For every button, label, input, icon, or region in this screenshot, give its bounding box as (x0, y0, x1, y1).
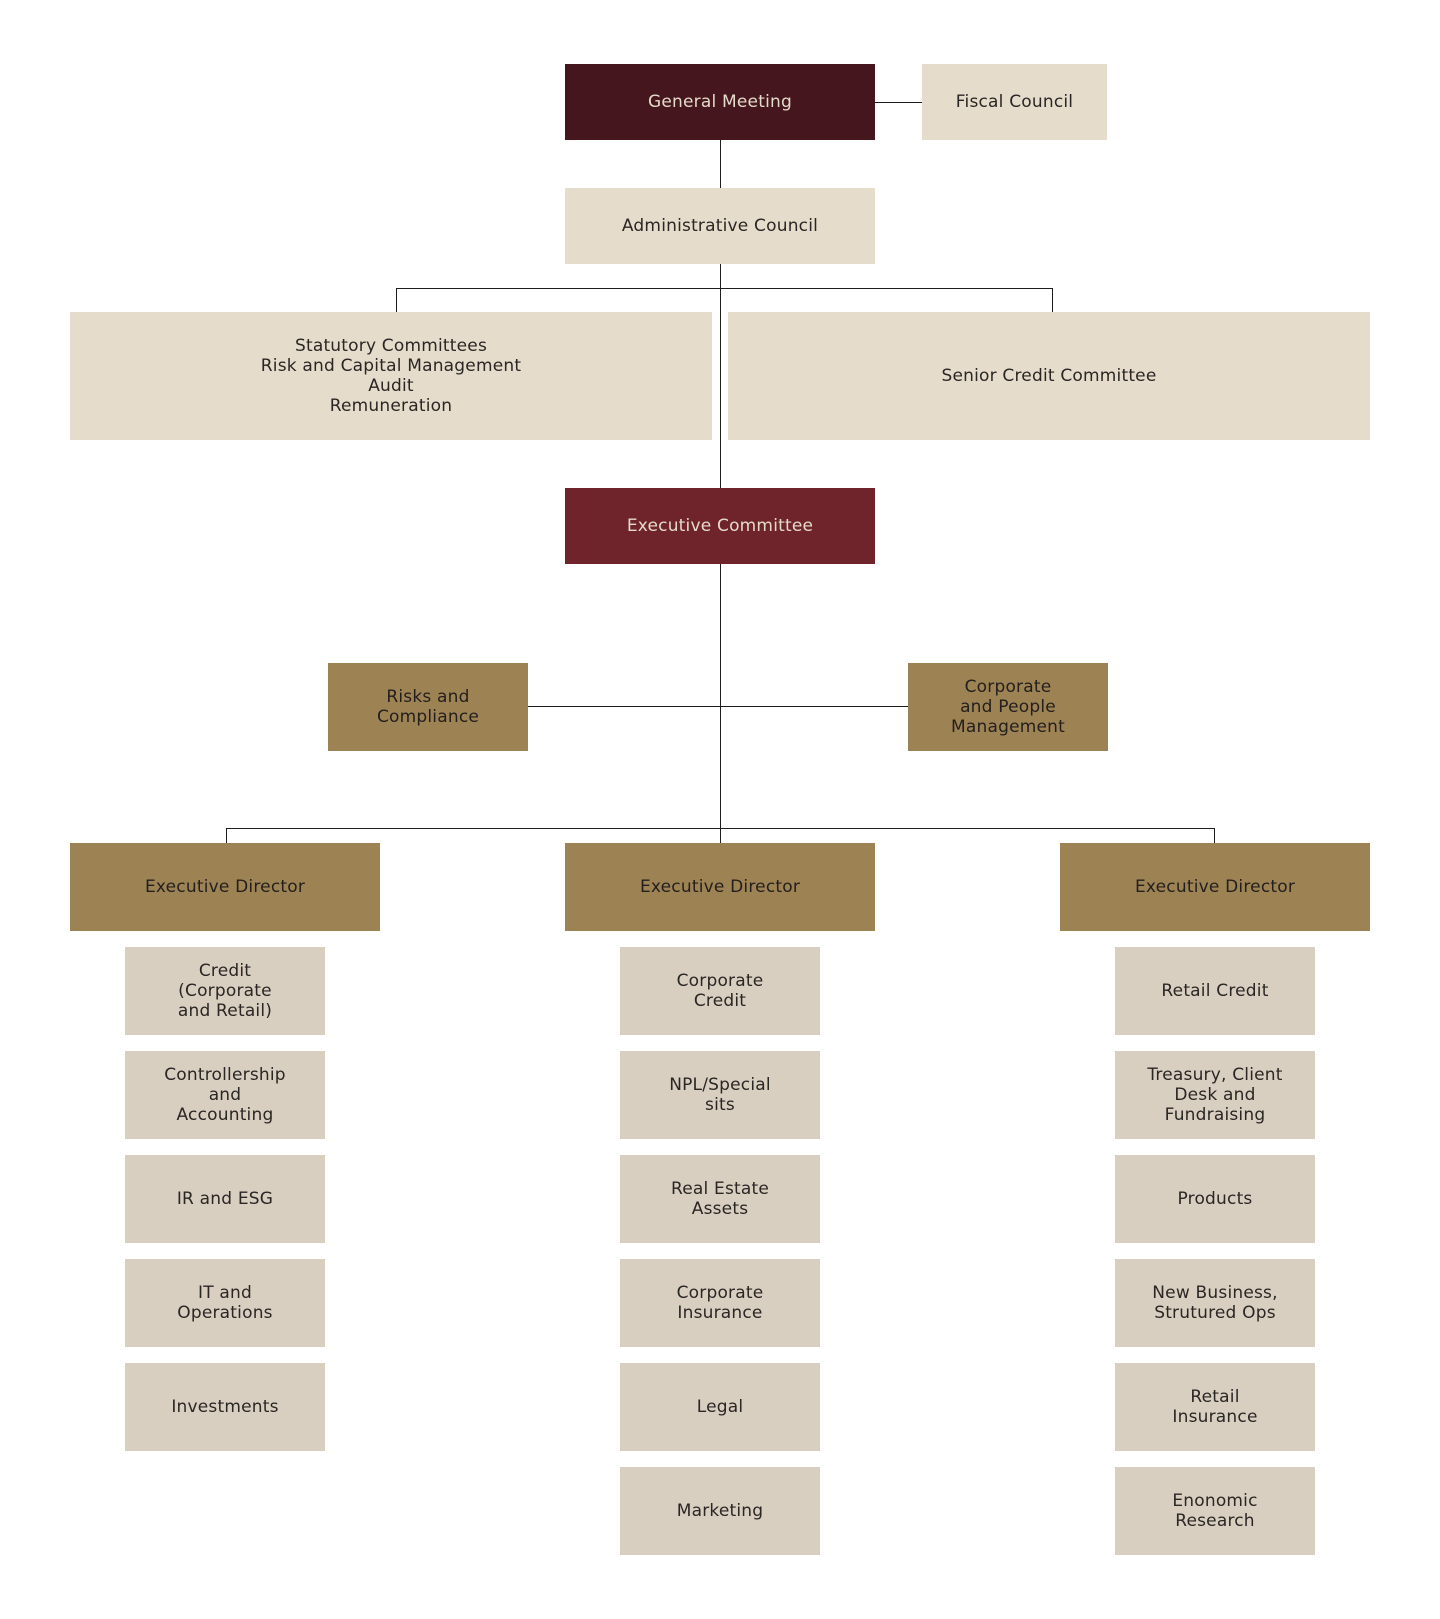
connector-gm-fiscal (875, 102, 922, 103)
unit-box: IR and ESG (125, 1155, 325, 1243)
connector-staff (528, 706, 908, 707)
connector-directors-bracket (226, 828, 1215, 829)
unit-box: Legal (620, 1363, 820, 1451)
general-meeting-box: General Meeting (565, 64, 875, 140)
unit-box: Real Estate Assets (620, 1155, 820, 1243)
connector-senior-credit (1052, 288, 1053, 312)
connector-admin-exec (720, 264, 721, 488)
unit-box: Credit (Corporate and Retail) (125, 947, 325, 1035)
unit-box: Enonomic Research (1115, 1467, 1315, 1555)
connector-gm-admin (720, 140, 721, 188)
connector-director-right (1214, 828, 1215, 843)
unit-box: Marketing (620, 1467, 820, 1555)
unit-box: Products (1115, 1155, 1315, 1243)
unit-box: Retail Credit (1115, 947, 1315, 1035)
connector-committees-bracket (396, 288, 1053, 289)
unit-box: Treasury, Client Desk and Fundraising (1115, 1051, 1315, 1139)
unit-box: Corporate Insurance (620, 1259, 820, 1347)
corporate-people-management-box: Corporate and People Management (908, 663, 1108, 751)
unit-box: Investments (125, 1363, 325, 1451)
connector-director-left (226, 828, 227, 843)
executive-director-left: Executive Director (70, 843, 380, 931)
senior-credit-committee-box: Senior Credit Committee (728, 312, 1370, 440)
executive-director-center: Executive Director (565, 843, 875, 931)
administrative-council-box: Administrative Council (565, 188, 875, 264)
unit-box: Controllership and Accounting (125, 1051, 325, 1139)
connector-statutory (396, 288, 397, 312)
fiscal-council-box: Fiscal Council (922, 64, 1107, 140)
unit-box: IT and Operations (125, 1259, 325, 1347)
risks-compliance-box: Risks and Compliance (328, 663, 528, 751)
executive-committee-box: Executive Committee (565, 488, 875, 564)
unit-box: Retail Insurance (1115, 1363, 1315, 1451)
connector-exec-directors (720, 564, 721, 843)
unit-box: New Business, Strutured Ops (1115, 1259, 1315, 1347)
unit-box: Corporate Credit (620, 947, 820, 1035)
statutory-committees-box: Statutory Committees Risk and Capital Ma… (70, 312, 712, 440)
unit-box: NPL/Special sits (620, 1051, 820, 1139)
executive-director-right: Executive Director (1060, 843, 1370, 931)
